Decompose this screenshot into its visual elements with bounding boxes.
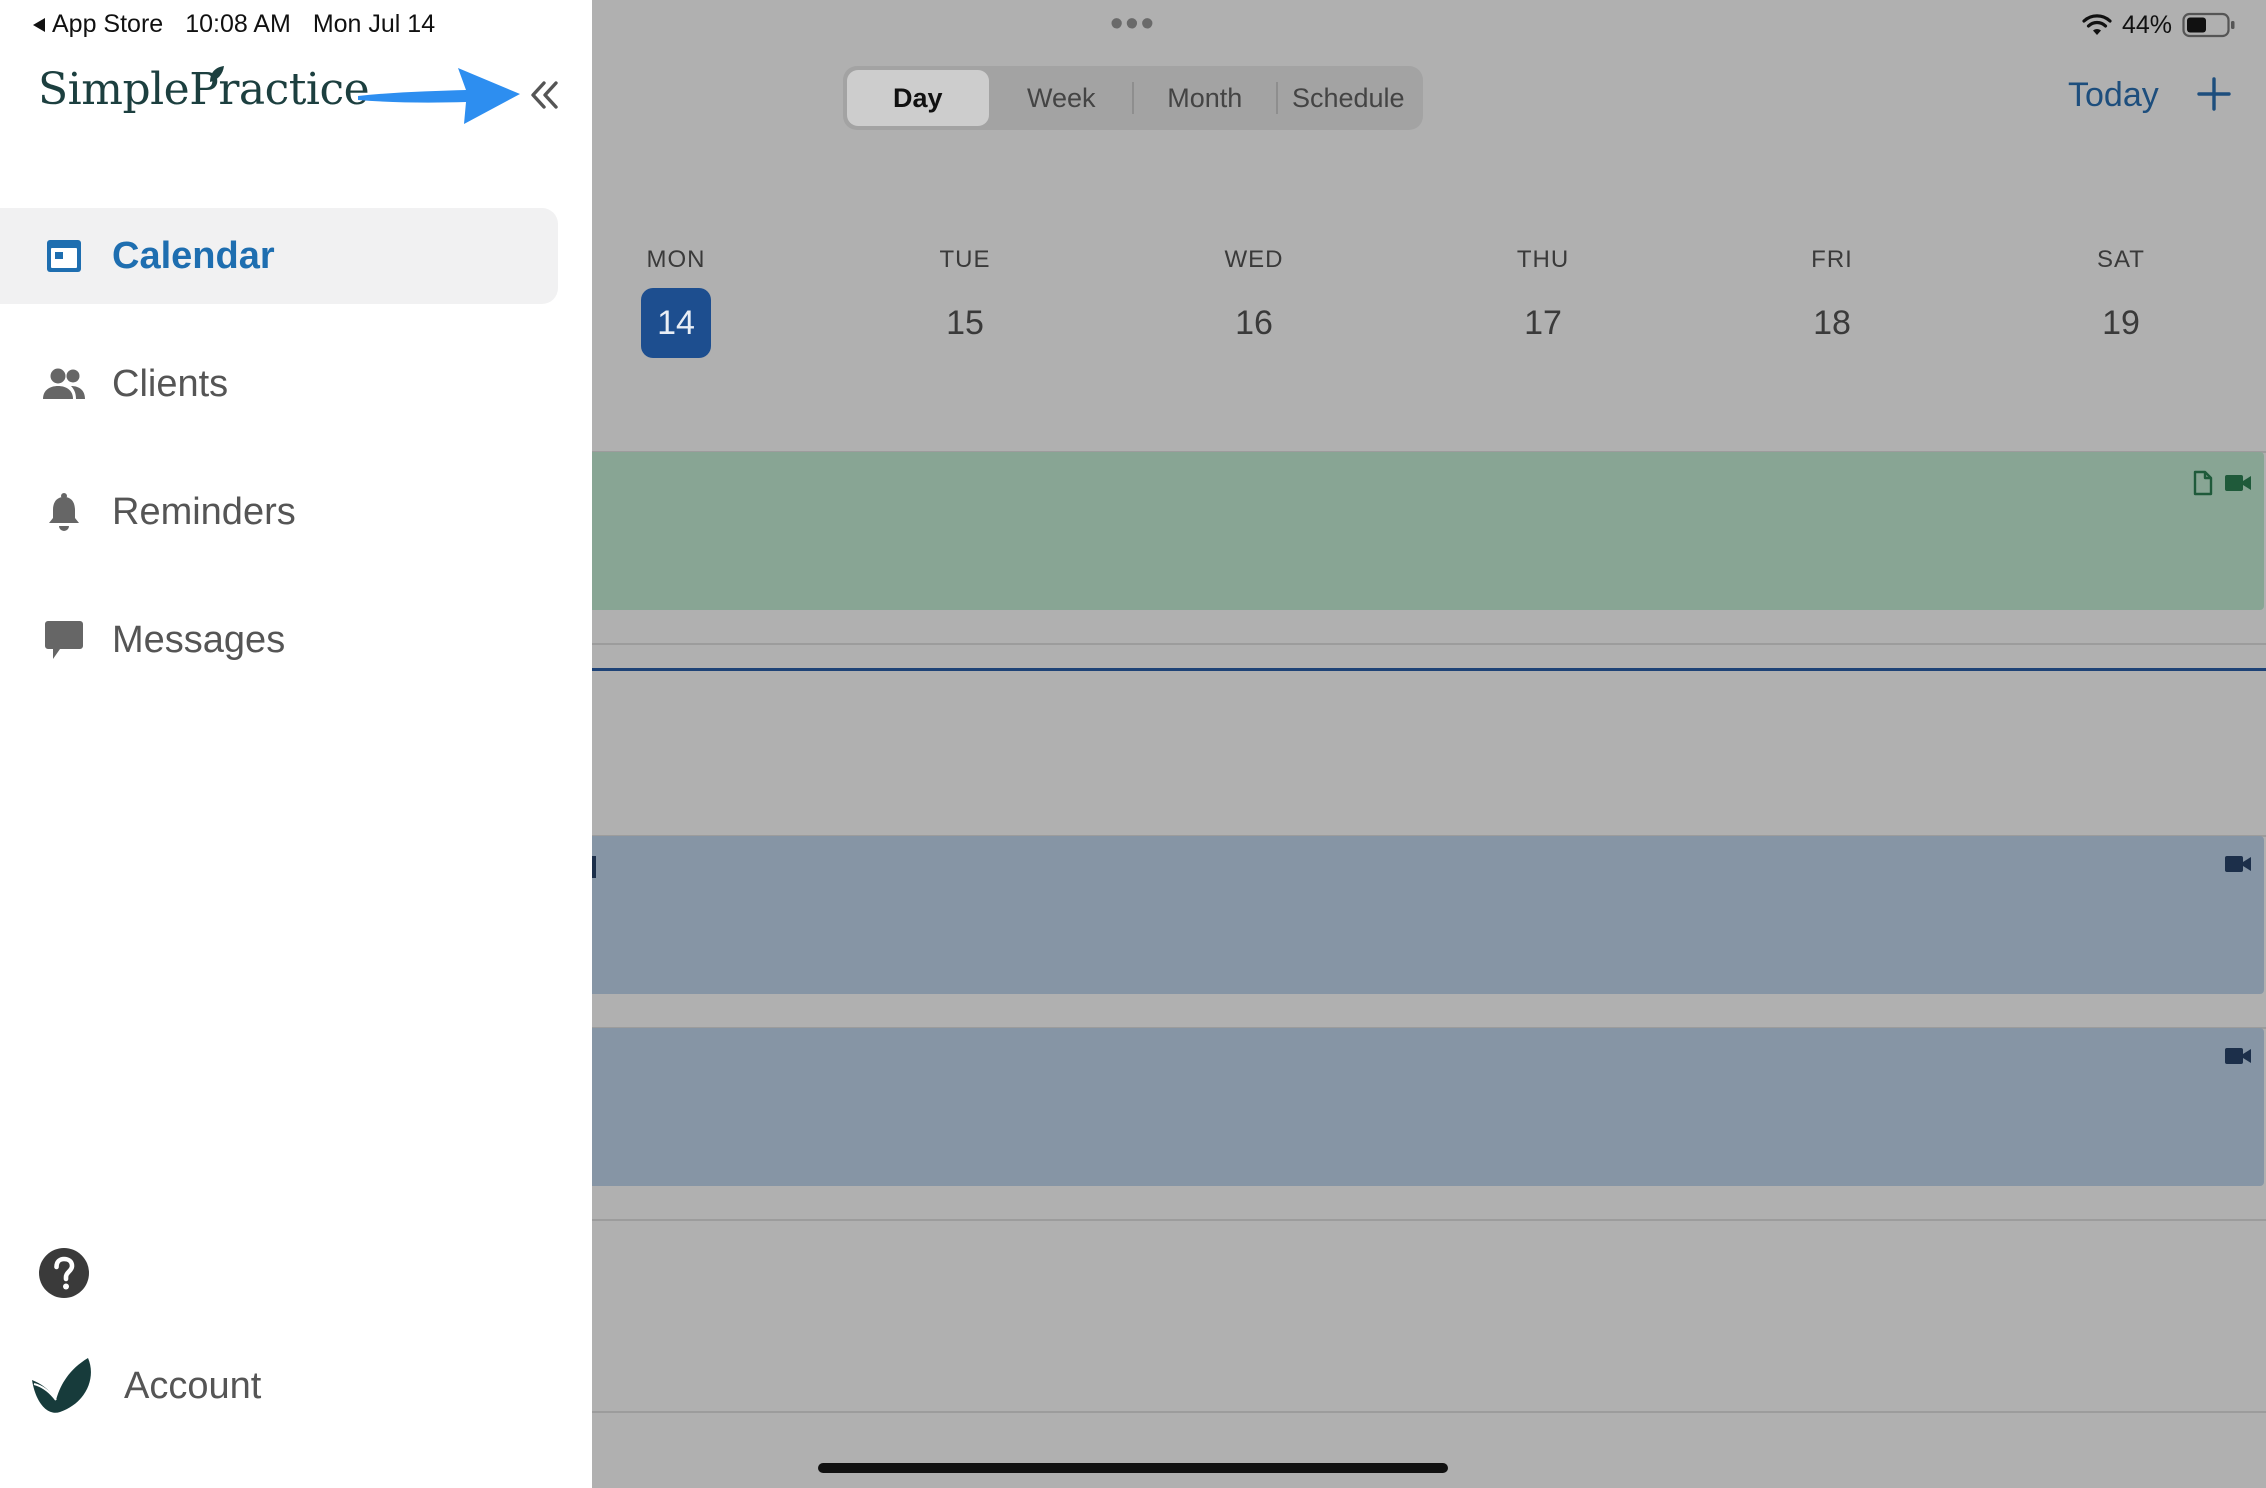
day-column-tue[interactable]: TUE 15: [905, 246, 1025, 358]
account-avatar-icon: [32, 1358, 91, 1413]
video-camera-icon: [2225, 1048, 2251, 1064]
hour-line: [592, 1411, 2266, 1413]
day-name: SAT: [2097, 246, 2145, 273]
battery-percent: 44%: [2121, 10, 2172, 39]
hour-line: [592, 1219, 2266, 1221]
sidebar-item-label: Calendar: [112, 234, 275, 277]
status-time: 10:08 AM: [185, 10, 291, 38]
clients-icon: [40, 360, 88, 408]
bell-icon: [40, 488, 88, 536]
annotation-arrow-icon: [358, 68, 520, 124]
day-column-thu[interactable]: THU 17: [1483, 246, 1603, 358]
status-date: Mon Jul 14: [312, 10, 436, 38]
document-icon: [2193, 470, 2213, 496]
sidebar-item-reminders[interactable]: Reminders: [0, 464, 558, 560]
appointment-block[interactable]: [592, 1028, 2264, 1186]
sidebar-item-label: Reminders: [112, 490, 296, 533]
sidebar-item-label: Clients: [112, 362, 229, 405]
day-name: TUE: [939, 246, 991, 273]
today-button[interactable]: Today: [2068, 76, 2159, 115]
question-icon[interactable]: [38, 1247, 90, 1299]
day-name: THU: [1516, 246, 1570, 273]
appointment-block[interactable]: [592, 452, 2264, 610]
add-icon[interactable]: [2196, 76, 2232, 112]
day-name: FRI: [1811, 246, 1853, 273]
day-column-wed[interactable]: WED 16: [1194, 246, 1314, 358]
account-button[interactable]: Account: [30, 1350, 261, 1422]
day-number: 18: [1813, 304, 1851, 342]
tab-month[interactable]: Month: [1134, 70, 1276, 126]
back-to-app-link[interactable]: App Store: [32, 10, 163, 39]
sidebar-item-clients[interactable]: Clients: [0, 336, 558, 432]
day-number-today: 14: [641, 288, 711, 358]
tab-week[interactable]: Week: [991, 70, 1133, 126]
day-name: WED: [1224, 246, 1284, 273]
current-time-line: [592, 668, 2266, 671]
calendar-icon: [40, 232, 88, 280]
tab-day[interactable]: Day: [847, 70, 989, 126]
hour-line: [592, 643, 2266, 645]
sidebar-item-label: Messages: [112, 618, 286, 661]
video-camera-icon: [2225, 475, 2251, 491]
day-number: 17: [1524, 304, 1562, 342]
appointment-block[interactable]: [592, 836, 2264, 994]
day-column-mon[interactable]: MON 14: [616, 246, 736, 358]
day-column-sat[interactable]: SAT 19: [2061, 246, 2181, 358]
collapse-sidebar-icon[interactable]: [528, 78, 562, 112]
sidebar-item-calendar[interactable]: Calendar: [0, 208, 558, 304]
back-app-label: App Store: [52, 10, 164, 38]
battery-icon: [2182, 12, 2235, 38]
app-logo: SimplePractice: [38, 64, 370, 115]
day-number: 16: [1235, 304, 1273, 342]
account-label: Account: [124, 1364, 262, 1407]
day-name: MON: [646, 246, 706, 273]
day-number: 15: [946, 304, 984, 342]
sidebar-item-messages[interactable]: Messages: [0, 592, 558, 688]
message-icon: [40, 616, 88, 664]
tab-schedule[interactable]: Schedule: [1278, 70, 1420, 126]
home-indicator[interactable]: [818, 1463, 1448, 1473]
multitasking-dots-icon[interactable]: •••: [1110, 5, 1156, 43]
day-column-fri[interactable]: FRI 18: [1772, 246, 1892, 358]
status-bar-left: App Store 10:08 AM Mon Jul 14: [32, 10, 435, 39]
appointment-edge-marker: [592, 856, 596, 878]
day-number: 19: [2102, 304, 2140, 342]
logo-leaf-icon: [210, 66, 224, 82]
back-triangle-icon: [33, 17, 45, 32]
video-camera-icon: [2225, 856, 2251, 872]
sidebar: App Store 10:08 AM Mon Jul 14 SimplePrac…: [0, 0, 592, 1488]
view-switcher: Day Week Month Schedule: [843, 66, 1423, 130]
status-bar-right: 44%: [2082, 8, 2236, 42]
wifi-icon: [2082, 14, 2112, 35]
